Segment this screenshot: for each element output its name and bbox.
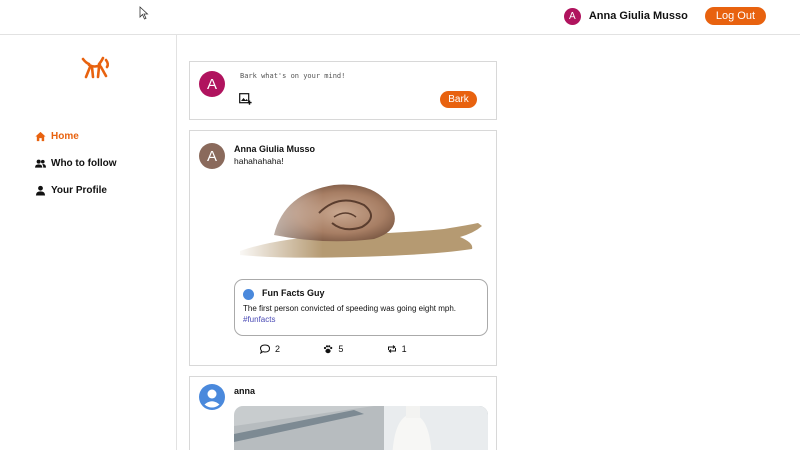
user-area: A Anna Giulia Musso Log Out <box>563 7 766 25</box>
comment-count: 2 <box>275 344 281 354</box>
paw-button[interactable]: 5 <box>323 344 386 354</box>
composer-input[interactable]: Bark what's on your mind! <box>240 72 345 80</box>
post-card: anna <box>189 376 497 450</box>
rebark-icon <box>387 345 396 353</box>
user-avatar[interactable]: A <box>563 7 581 25</box>
hashtag-link[interactable]: #funfacts <box>243 315 275 324</box>
quote-author-name[interactable]: Fun Facts Guy <box>262 288 325 298</box>
quote-text: The first person convicted of speeding w… <box>243 303 483 325</box>
feed: A Bark what's on your mind! Bark A Anna … <box>189 61 497 450</box>
user-name[interactable]: Anna Giulia Musso <box>589 10 688 22</box>
bark-button[interactable]: Bark <box>440 91 477 108</box>
nav-label-profile: Your Profile <box>51 185 107 196</box>
default-avatar-icon[interactable] <box>199 384 225 410</box>
add-image-icon[interactable] <box>239 93 252 105</box>
quote-author-avatar <box>243 289 254 300</box>
snail-photo[interactable] <box>234 173 488 271</box>
quoted-post[interactable]: Fun Facts Guy The first person convicted… <box>234 279 488 336</box>
paw-count: 5 <box>338 344 344 354</box>
post-actions: 2 5 1 <box>260 344 450 354</box>
balloon-dog-logo-icon[interactable] <box>79 55 111 83</box>
nav-item-who-to-follow[interactable]: Who to follow <box>35 150 117 177</box>
main-nav: Home Who to follow Your Profile <box>35 123 117 204</box>
bark-composer: A Bark what's on your mind! Bark <box>189 61 497 120</box>
paw-icon <box>324 345 333 354</box>
nav-item-home[interactable]: Home <box>35 123 117 150</box>
person-icon <box>35 185 46 196</box>
home-icon <box>35 131 46 142</box>
nav-label-who-to-follow: Who to follow <box>51 158 117 169</box>
post-author-name[interactable]: Anna Giulia Musso <box>234 144 315 154</box>
post-card: A Anna Giulia Musso hahahahaha! Fun Fact… <box>189 130 497 366</box>
rebark-button[interactable]: 1 <box>387 344 450 354</box>
quote-body: The first person convicted of speeding w… <box>243 304 457 313</box>
post-author-name[interactable]: anna <box>234 386 255 396</box>
sidebar: Home Who to follow Your Profile <box>0 35 177 450</box>
rebark-count: 1 <box>401 344 407 354</box>
composer-avatar: A <box>199 71 225 97</box>
logout-button[interactable]: Log Out <box>704 7 766 25</box>
people-icon <box>35 159 46 168</box>
nav-item-profile[interactable]: Your Profile <box>35 177 117 204</box>
nav-label-home: Home <box>51 131 79 142</box>
top-bar: A Anna Giulia Musso Log Out <box>0 0 800 35</box>
post-text: hahahahaha! <box>234 156 284 166</box>
comment-icon <box>260 344 270 354</box>
mouse-cursor-icon <box>139 6 149 20</box>
comment-button[interactable]: 2 <box>260 344 323 354</box>
person-icon <box>204 389 220 408</box>
post-author-avatar[interactable]: A <box>199 143 225 169</box>
post-photo[interactable] <box>234 406 488 450</box>
